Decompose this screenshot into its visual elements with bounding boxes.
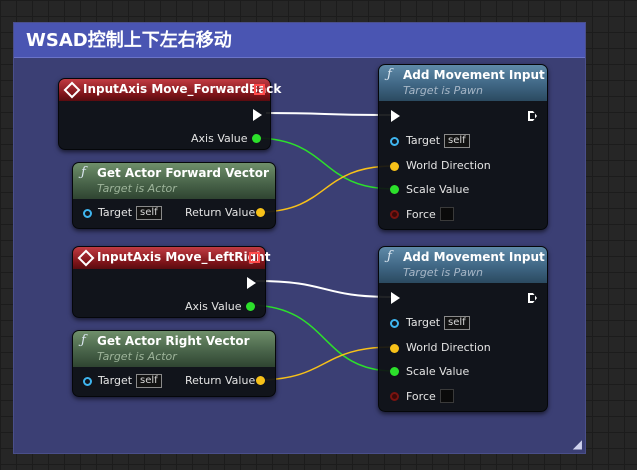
- world-direction-pin[interactable]: [390, 344, 399, 353]
- target-self-field[interactable]: self: [444, 134, 470, 148]
- pin-label-scale-value: Scale Value: [406, 365, 470, 378]
- exec-out-pin[interactable]: [528, 111, 537, 121]
- input-event-icon: [63, 81, 81, 99]
- target-pin[interactable]: [390, 319, 399, 328]
- axis-value-pin[interactable]: [252, 134, 261, 143]
- stop-icon: [249, 252, 260, 263]
- pin-label-force: Force: [406, 208, 436, 221]
- force-checkbox[interactable]: [440, 389, 454, 403]
- exec-out-pin[interactable]: [528, 293, 537, 303]
- function-icon: ƒ: [81, 333, 86, 348]
- node-inputaxis-forwardback[interactable]: InputAxis Move_ForwardBack Axis Value: [58, 78, 281, 150]
- node-header[interactable]: ƒ Add Movement Input Target is Pawn: [379, 65, 547, 101]
- node-get-actor-forward-vector[interactable]: ƒ Get Actor Forward Vector Target is Act…: [72, 162, 276, 229]
- vector-wire-1[interactable]: [261, 165, 395, 213]
- force-checkbox[interactable]: [440, 207, 454, 221]
- target-self-field[interactable]: self: [136, 374, 162, 388]
- pin-label-target: Target: [98, 374, 133, 387]
- function-icon: ƒ: [387, 249, 392, 264]
- force-pin[interactable]: [390, 210, 399, 219]
- node-title: InputAxis Move_LeftRight: [97, 250, 271, 264]
- exec-in-pin[interactable]: [391, 110, 400, 122]
- return-value-pin[interactable]: [256, 208, 265, 217]
- exec-wire-2[interactable]: [255, 280, 393, 298]
- node-subtitle: Target is Actor: [97, 182, 177, 195]
- node-subtitle: Target is Pawn: [403, 84, 484, 97]
- node-title: Get Actor Right Vector: [97, 334, 250, 348]
- input-event-icon: [77, 249, 95, 267]
- node-header[interactable]: InputAxis Move_LeftRight: [73, 247, 270, 269]
- pin-label-world-direction: World Direction: [406, 341, 491, 354]
- node-add-movement-input-2[interactable]: ƒ Add Movement Input Target is Pawn Targ…: [378, 246, 548, 412]
- node-subtitle: Target is Pawn: [403, 266, 484, 279]
- pin-label-return-value: Return Value: [185, 374, 256, 387]
- node-title: Add Movement Input: [403, 250, 545, 264]
- pin-label-target: Target: [406, 316, 441, 329]
- function-icon: ƒ: [387, 67, 392, 82]
- exec-in-pin[interactable]: [391, 292, 400, 304]
- node-title: Get Actor Forward Vector: [97, 166, 269, 180]
- scale-value-pin[interactable]: [390, 185, 399, 194]
- target-pin[interactable]: [390, 137, 399, 146]
- pin-label-return-value: Return Value: [185, 206, 256, 219]
- target-self-field[interactable]: self: [444, 316, 470, 330]
- function-icon: ƒ: [81, 165, 86, 180]
- scale-value-pin[interactable]: [390, 367, 399, 376]
- target-pin[interactable]: [83, 209, 92, 218]
- pin-label-world-direction: World Direction: [406, 159, 491, 172]
- exec-out-pin[interactable]: [253, 109, 262, 121]
- pin-label-axis-value: Axis Value: [185, 300, 242, 313]
- stop-icon: [254, 84, 265, 95]
- force-pin[interactable]: [390, 392, 399, 401]
- node-inputaxis-leftright[interactable]: InputAxis Move_LeftRight Axis Value: [72, 246, 270, 318]
- node-header[interactable]: ƒ Get Actor Forward Vector Target is Act…: [73, 163, 275, 199]
- target-pin[interactable]: [83, 377, 92, 386]
- pin-label-force: Force: [406, 390, 436, 403]
- vector-wire-2[interactable]: [261, 346, 395, 381]
- pin-label-target: Target: [406, 134, 441, 147]
- pin-label-axis-value: Axis Value: [191, 132, 248, 145]
- node-add-movement-input-1[interactable]: ƒ Add Movement Input Target is Pawn Targ…: [378, 64, 548, 230]
- axis-value-pin[interactable]: [246, 302, 255, 311]
- node-header[interactable]: InputAxis Move_ForwardBack: [59, 79, 281, 101]
- node-subtitle: Target is Actor: [97, 350, 177, 363]
- node-get-actor-right-vector[interactable]: ƒ Get Actor Right Vector Target is Actor…: [72, 330, 276, 397]
- axis-wire-1[interactable]: [257, 137, 395, 190]
- exec-out-pin[interactable]: [247, 277, 256, 289]
- node-title: Add Movement Input: [403, 68, 545, 82]
- target-self-field[interactable]: self: [136, 206, 162, 220]
- world-direction-pin[interactable]: [390, 162, 399, 171]
- exec-wire-1[interactable]: [265, 112, 393, 116]
- return-value-pin[interactable]: [256, 376, 265, 385]
- pin-label-target: Target: [98, 206, 133, 219]
- node-header[interactable]: ƒ Add Movement Input Target is Pawn: [379, 247, 547, 283]
- node-header[interactable]: ƒ Get Actor Right Vector Target is Actor: [73, 331, 275, 367]
- pin-label-scale-value: Scale Value: [406, 183, 470, 196]
- node-title: InputAxis Move_ForwardBack: [83, 82, 282, 96]
